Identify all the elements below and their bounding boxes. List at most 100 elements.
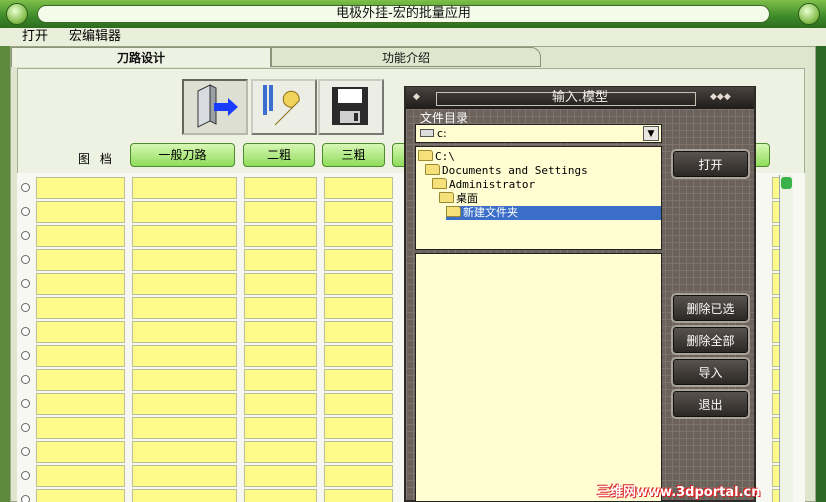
grid-cell[interactable]	[244, 441, 317, 463]
grid-cell[interactable]	[244, 489, 317, 502]
grid-cell[interactable]	[36, 201, 125, 223]
grid-cell[interactable]	[36, 465, 125, 487]
grid-cell[interactable]	[244, 297, 317, 319]
save-button[interactable]	[318, 79, 384, 135]
grid-cell[interactable]	[324, 465, 393, 487]
grid-cell[interactable]	[324, 321, 393, 343]
grid-cell[interactable]	[36, 177, 125, 199]
grid-cell[interactable]	[36, 249, 125, 271]
row-radio[interactable]	[21, 231, 30, 240]
dialog-window-controls-icon[interactable]: ◆◆◆	[710, 92, 731, 102]
grid-cell[interactable]	[36, 273, 125, 295]
grid-cell[interactable]	[36, 417, 125, 439]
grid-cell[interactable]	[324, 417, 393, 439]
exit-button[interactable]: 退出	[671, 389, 750, 419]
grid-cell[interactable]	[244, 393, 317, 415]
grid-cell[interactable]	[324, 489, 393, 502]
grid-cell[interactable]	[132, 465, 237, 487]
row-radio[interactable]	[21, 303, 30, 312]
row-radio[interactable]	[21, 183, 30, 192]
grid-cell[interactable]	[132, 201, 237, 223]
file-list[interactable]	[415, 253, 662, 502]
grid-cell[interactable]	[36, 225, 125, 247]
grid-cell[interactable]	[132, 177, 237, 199]
tool-settings-button[interactable]	[251, 79, 317, 135]
grid-cell[interactable]	[244, 201, 317, 223]
grid-cell[interactable]	[36, 321, 125, 343]
third-rough-button[interactable]: 三粗	[322, 143, 385, 167]
grid-cell[interactable]	[36, 369, 125, 391]
import-button[interactable]: 导入	[671, 357, 750, 387]
row-radio[interactable]	[21, 495, 30, 502]
folder-tree-item[interactable]: 桌面	[439, 192, 478, 206]
grid-cell[interactable]	[244, 249, 317, 271]
second-rough-button[interactable]: 二粗	[243, 143, 315, 167]
grid-cell[interactable]	[132, 489, 237, 502]
folder-tree-item[interactable]: Documents and Settings	[425, 164, 588, 178]
grid-cell[interactable]	[324, 177, 393, 199]
grid-cell[interactable]	[132, 345, 237, 367]
grid-cell[interactable]	[36, 489, 125, 502]
folder-tree-item[interactable]: Administrator	[432, 178, 535, 192]
grid-cell[interactable]	[36, 393, 125, 415]
grid-cell[interactable]	[36, 297, 125, 319]
delete-selected-button[interactable]: 删除已选	[671, 293, 750, 323]
import-model-button[interactable]	[182, 79, 248, 135]
row-radio[interactable]	[21, 279, 30, 288]
row-radio[interactable]	[21, 399, 30, 408]
menu-macro-editor[interactable]: 宏编辑器	[65, 28, 125, 46]
grid-cell[interactable]	[132, 297, 237, 319]
drive-select[interactable]: c:	[415, 124, 662, 143]
grid-cell[interactable]	[324, 273, 393, 295]
general-toolpath-button[interactable]: 一般刀路	[130, 143, 235, 167]
chevron-down-icon[interactable]: ▼	[643, 126, 659, 141]
row-radio[interactable]	[21, 255, 30, 264]
grid-cell[interactable]	[132, 417, 237, 439]
folder-tree-item[interactable]: 新建文件夹	[446, 206, 661, 220]
grid-cell[interactable]	[324, 225, 393, 247]
grid-cell[interactable]	[244, 321, 317, 343]
grid-cell[interactable]	[132, 441, 237, 463]
grid-cell[interactable]	[244, 273, 317, 295]
grid-cell[interactable]	[132, 225, 237, 247]
grid-cell[interactable]	[132, 321, 237, 343]
grid-cell[interactable]	[132, 273, 237, 295]
grid-cell[interactable]	[324, 297, 393, 319]
tab-toolpath-design[interactable]: 刀路设计	[11, 47, 271, 67]
grid-cell[interactable]	[244, 225, 317, 247]
tab-feature-intro[interactable]: 功能介绍	[271, 47, 541, 67]
folder-tree-item[interactable]: C:\	[418, 150, 455, 164]
row-radio[interactable]	[21, 351, 30, 360]
row-radio[interactable]	[21, 375, 30, 384]
grid-cell[interactable]	[244, 465, 317, 487]
grid-cell[interactable]	[132, 393, 237, 415]
grid-cell[interactable]	[244, 417, 317, 439]
row-radio[interactable]	[21, 471, 30, 480]
grid-cell[interactable]	[132, 369, 237, 391]
close-window-icon[interactable]	[798, 3, 820, 25]
grid-cell[interactable]	[244, 177, 317, 199]
grid-cell[interactable]	[324, 441, 393, 463]
grid-cell[interactable]	[244, 345, 317, 367]
grid-scrollbar[interactable]	[779, 175, 793, 502]
row-radio[interactable]	[21, 423, 30, 432]
grid-cell[interactable]	[324, 393, 393, 415]
menu-open[interactable]: 打开	[18, 28, 52, 46]
open-button[interactable]: 打开	[671, 149, 750, 179]
window-menu-icon[interactable]	[6, 3, 28, 25]
delete-all-button[interactable]: 删除全部	[671, 325, 750, 355]
grid-cell[interactable]	[324, 369, 393, 391]
scroll-up-icon[interactable]	[781, 177, 792, 189]
grid-cell[interactable]	[244, 369, 317, 391]
grid-cell[interactable]	[324, 249, 393, 271]
folder-tree[interactable]: C:\ Documents and Settings Administrator 桌面…	[415, 146, 662, 250]
row-radio[interactable]	[21, 447, 30, 456]
grid-cell[interactable]	[132, 249, 237, 271]
row-radio[interactable]	[21, 207, 30, 216]
grid-cell[interactable]	[36, 441, 125, 463]
grid-cell[interactable]	[36, 345, 125, 367]
grid-cell[interactable]	[324, 201, 393, 223]
row-radio[interactable]	[21, 327, 30, 336]
grid-cell[interactable]	[324, 345, 393, 367]
dialog-menu-icon[interactable]: ◆	[413, 92, 420, 102]
